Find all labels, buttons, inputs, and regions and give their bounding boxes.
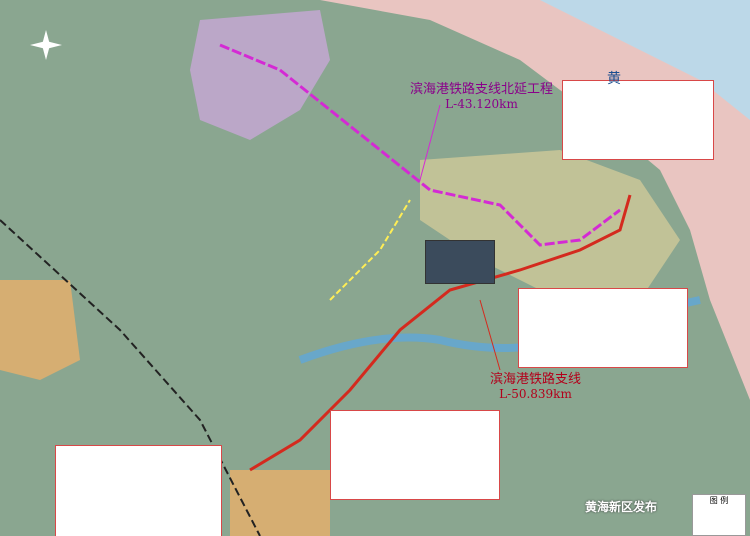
legend: 图 例	[692, 494, 746, 536]
urban-zone-south	[230, 470, 330, 536]
north-route-length: L-43.120km	[445, 97, 518, 111]
main-route-callout: 滨海港铁路支线 L-50.839km	[490, 372, 581, 402]
sea-label: 黄	[607, 71, 621, 87]
inset-junction-plan	[55, 445, 222, 536]
watermark: 黄海新区发布	[585, 500, 658, 514]
north-route-title: 滨海港铁路支线北延工程	[410, 82, 554, 97]
main-route-title: 滨海港铁路支线	[490, 372, 582, 387]
legend-title: 图 例	[709, 496, 729, 505]
north-route-callout: 滨海港铁路支线北延工程 L-43.120km	[410, 82, 553, 112]
inset-south-station-plan	[330, 410, 500, 500]
inset-port-station-plan	[562, 80, 714, 160]
urban-zone-west	[0, 280, 80, 380]
inset-photo	[425, 240, 495, 284]
railway-map: 滨海港铁路支线北延工程 L-43.120km 滨海港铁路支线 L-50.839k…	[0, 0, 750, 536]
main-route-length: L-50.839km	[499, 387, 572, 401]
inset-mid-station-plan	[518, 288, 688, 368]
